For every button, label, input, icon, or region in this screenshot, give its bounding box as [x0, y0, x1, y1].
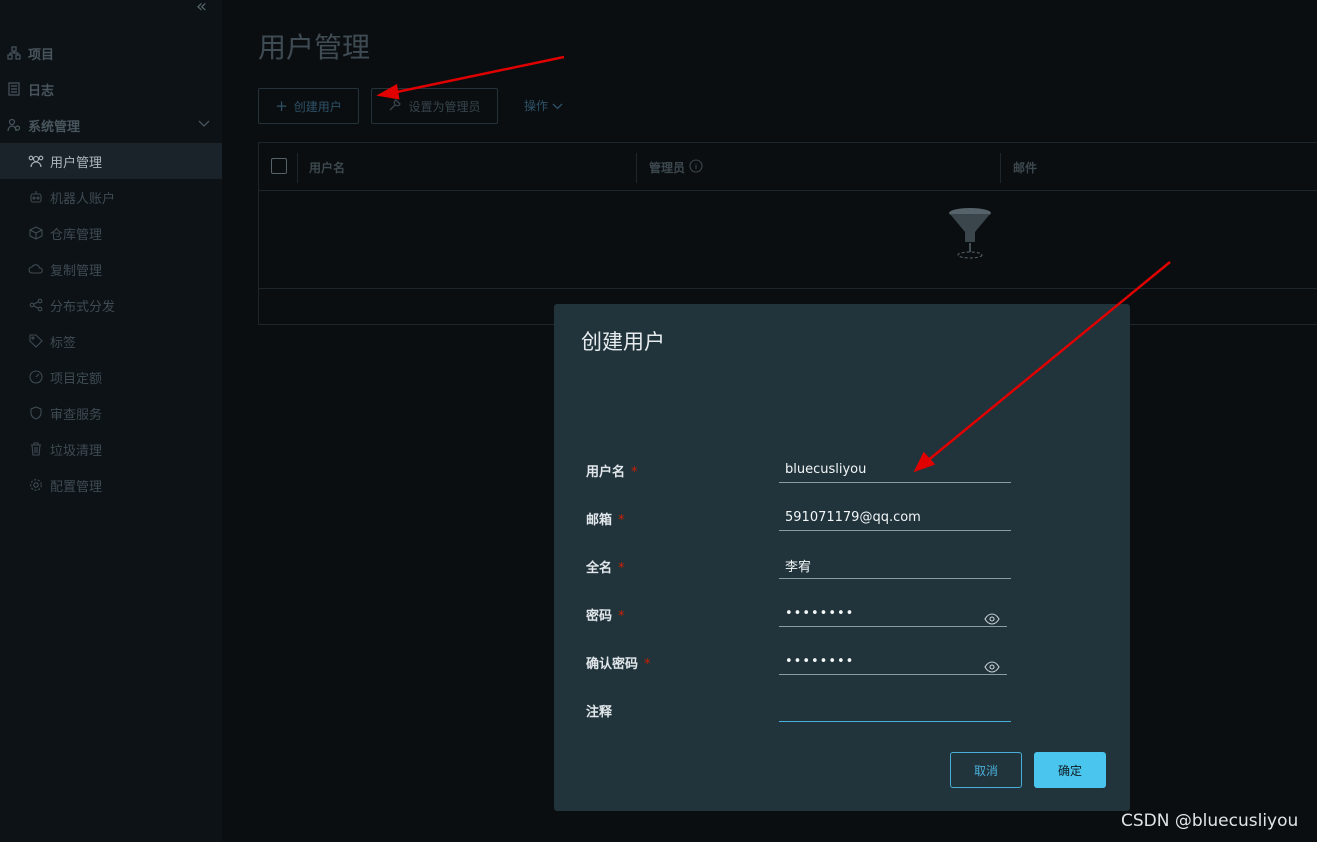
sidebar-item-label: 项目定额: [50, 371, 103, 387]
column-admin[interactable]: 管理员: [649, 159, 703, 176]
chevron-down-icon: [552, 99, 563, 113]
sidebar-item-projects[interactable]: 项目: [0, 35, 222, 71]
fullname-input[interactable]: [779, 553, 1011, 579]
sidebar-item-label: 机器人账户: [50, 191, 116, 207]
sidebar-item-interrogation-services[interactable]: 审查服务: [0, 395, 222, 431]
sidebar-item-label: 垃圾清理: [50, 443, 103, 459]
project-icon: [6, 45, 22, 61]
info-icon: [689, 159, 703, 176]
share-icon: [28, 297, 44, 313]
sidebar-item-label: 项目: [28, 47, 55, 63]
sidebar-item-users[interactable]: 用户管理: [0, 143, 222, 179]
cube-icon: [28, 225, 44, 241]
watermark: CSDN @bluecusliyou: [1121, 811, 1299, 831]
confirm-password-label: 确认密码 *: [586, 657, 651, 672]
wrench-icon: [388, 98, 402, 115]
shield-icon: [28, 405, 44, 421]
sidebar-item-distribution[interactable]: 分布式分发: [0, 287, 222, 323]
sidebar-item-label: 用户管理: [50, 155, 103, 171]
robot-icon: [28, 189, 44, 205]
confirm-button[interactable]: 确定: [1034, 752, 1106, 788]
sidebar-item-garbage-collection[interactable]: 垃圾清理: [0, 431, 222, 467]
email-input[interactable]: [779, 505, 1011, 531]
eye-icon[interactable]: [984, 610, 1000, 625]
page-title: 用户管理: [258, 31, 371, 64]
sidebar-item-system-admin[interactable]: 系统管理: [0, 107, 222, 143]
trash-icon: [28, 441, 44, 457]
select-all-checkbox[interactable]: [271, 158, 287, 174]
log-icon: [6, 81, 22, 97]
cancel-button[interactable]: 取消: [950, 752, 1022, 788]
sidebar-item-label: 仓库管理: [50, 227, 103, 243]
email-label: 邮箱 *: [586, 513, 625, 528]
sidebar-item-label: 系统管理: [28, 119, 81, 135]
gear-icon: [28, 477, 44, 493]
table-header: 用户名 管理员 邮件: [259, 143, 1317, 191]
create-user-label: 创建用户: [293, 99, 342, 114]
password-label: 密码 *: [586, 609, 625, 624]
password-input[interactable]: [779, 601, 1007, 627]
actions-dropdown[interactable]: 操作: [524, 97, 563, 114]
sidebar-item-configuration[interactable]: 配置管理: [0, 467, 222, 503]
system-admin-icon: [6, 117, 22, 133]
column-admin-label: 管理员: [649, 161, 686, 175]
sidebar-item-registries[interactable]: 仓库管理: [0, 215, 222, 251]
dialog-title: 创建用户: [581, 330, 665, 354]
sidebar-item-label: 标签: [50, 335, 77, 351]
column-email[interactable]: 邮件: [1013, 159, 1037, 176]
username-input[interactable]: [779, 457, 1011, 483]
empty-filter-icon: [947, 207, 993, 265]
sidebar-item-label: 配置管理: [50, 479, 103, 495]
sidebar-item-replications[interactable]: 复制管理: [0, 251, 222, 287]
comment-label: 注释: [586, 705, 613, 720]
plus-icon: +: [275, 97, 288, 115]
sidebar-item-label: 复制管理: [50, 263, 103, 279]
sidebar-item-labels[interactable]: 标签: [0, 323, 222, 359]
sidebar-item-project-quotas[interactable]: 项目定额: [0, 359, 222, 395]
sidebar-item-label: 分布式分发: [50, 299, 116, 315]
eye-icon[interactable]: [984, 658, 1000, 673]
sidebar: « 项目 日志 系统管理 用户管理 机器人账户 仓库管理 复制管理 分布式分发 …: [0, 0, 222, 842]
sidebar-item-robot-accounts[interactable]: 机器人账户: [0, 179, 222, 215]
actions-label: 操作: [524, 99, 549, 113]
cloud-icon: [28, 261, 44, 277]
dashboard-icon: [28, 369, 44, 385]
comment-input[interactable]: [779, 696, 1011, 722]
column-username[interactable]: 用户名: [309, 159, 345, 176]
tag-icon: [28, 333, 44, 349]
collapse-sidebar-icon[interactable]: «: [196, 0, 207, 17]
set-admin-label: 设置为管理员: [408, 99, 481, 114]
chevron-down-icon: [198, 117, 210, 132]
set-admin-button[interactable]: 设置为管理员: [371, 88, 498, 124]
create-user-dialog: 创建用户 用户名* 邮箱* 全名* 密码* 确认密码* 注释 取消 确定: [554, 304, 1130, 811]
confirm-password-input[interactable]: [779, 649, 1007, 675]
username-label: 用户名 *: [586, 465, 638, 480]
sidebar-item-label: 审查服务: [50, 407, 103, 423]
sidebar-item-logs[interactable]: 日志: [0, 71, 222, 107]
sidebar-item-label: 日志: [28, 83, 55, 99]
table-footer-divider: [259, 288, 1317, 289]
create-user-button[interactable]: + 创建用户: [258, 88, 359, 124]
users-table: 用户名 管理员 邮件: [258, 142, 1317, 325]
fullname-label: 全名 *: [586, 561, 625, 576]
users-icon: [28, 153, 44, 169]
